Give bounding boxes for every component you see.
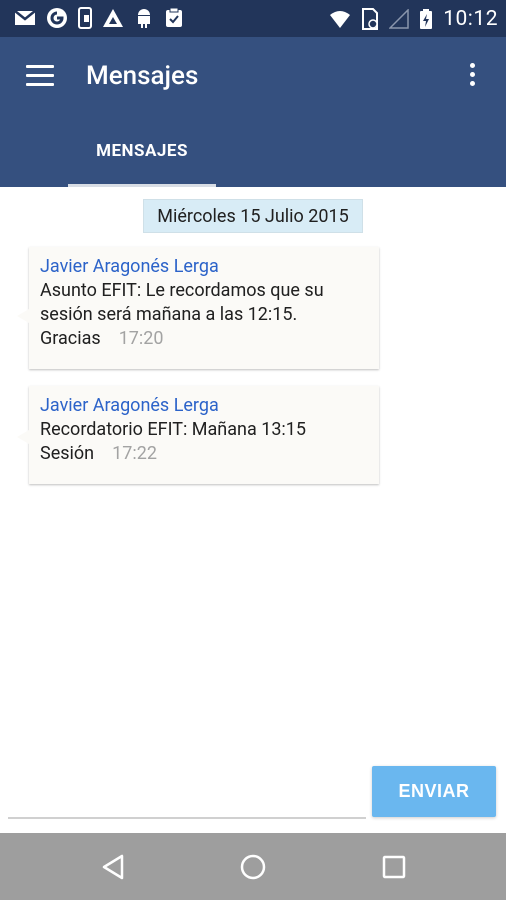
message-input[interactable] <box>8 783 366 819</box>
tab-label: MENSAJES <box>96 141 188 161</box>
bubble-tail <box>17 309 29 323</box>
message-time: 17:20 <box>118 328 164 349</box>
menu-icon[interactable] <box>26 65 54 87</box>
phone-icon <box>78 7 92 29</box>
gmail-icon <box>14 10 36 25</box>
message-sender: Javier Aragonés Lerga <box>40 256 219 277</box>
message-line: Gracias <box>40 328 101 349</box>
message-sender: Javier Aragonés Lerga <box>40 395 219 416</box>
google-icon <box>47 8 67 28</box>
sim-icon <box>362 8 379 30</box>
message-bubble[interactable]: Javier Aragonés Lerga Recordatorio EFIT:… <box>17 386 379 484</box>
status-time: 10:12 <box>443 7 498 31</box>
overflow-menu-icon[interactable] <box>470 63 476 89</box>
message-text: Recordatorio EFIT: Mañana 13:15 Sesión 17… <box>40 418 367 466</box>
navigation-bar <box>0 833 506 900</box>
recents-icon[interactable] <box>378 851 410 883</box>
send-button[interactable]: ENVIAR <box>372 766 496 817</box>
back-icon[interactable] <box>98 851 130 883</box>
message-line: Sesión <box>40 443 95 464</box>
page-title: Mensajes <box>86 61 199 91</box>
message-line: Asunto EFIT: Le recordamos que su <box>40 280 324 301</box>
message-line: sesión será mañana a las 12:15. <box>40 304 298 325</box>
tab-mensajes[interactable]: MENSAJES <box>68 115 216 187</box>
message-bubble[interactable]: Javier Aragonés Lerga Asunto EFIT: Le re… <box>17 247 379 369</box>
wifi-icon <box>330 11 351 28</box>
bubble-tail <box>17 430 29 444</box>
date-separator: Miércoles 15 Julio 2015 <box>143 199 363 233</box>
home-icon[interactable] <box>237 851 269 883</box>
app-bar: Mensajes <box>0 37 506 115</box>
message-time: 17:22 <box>112 443 157 464</box>
android-icon <box>138 9 150 28</box>
battery-charging-icon <box>420 9 433 29</box>
message-text: Asunto EFIT: Le recordamos que su sesión… <box>40 279 367 351</box>
message-line: Recordatorio EFIT: Mañana 13:15 <box>40 419 307 440</box>
tab-bar: MENSAJES <box>0 115 506 187</box>
mountain-icon <box>103 9 123 27</box>
signal-icon <box>389 9 409 29</box>
status-bar: 10:12 <box>0 0 506 37</box>
message-list[interactable]: Miércoles 15 Julio 2015 Javier Aragonés … <box>0 187 506 833</box>
clipboard-icon <box>166 7 182 27</box>
